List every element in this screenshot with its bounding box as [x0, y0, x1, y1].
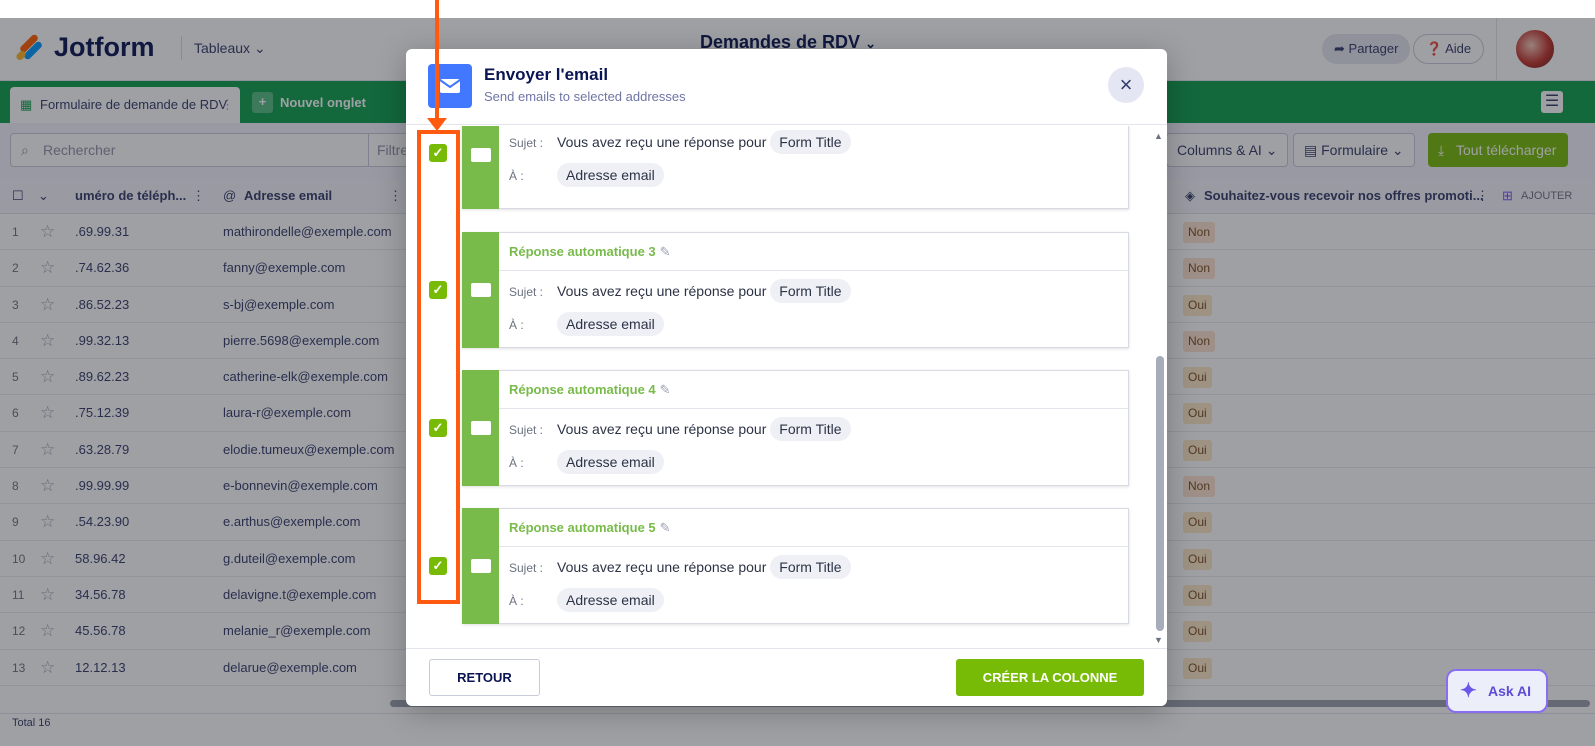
send-email-modal: Envoyer l'email Send emails to selected …	[406, 49, 1167, 706]
subject-label: Sujet :	[509, 423, 544, 437]
envelope-icon	[471, 421, 491, 435]
scroll-up-icon[interactable]: ▲	[1154, 131, 1163, 141]
ask-ai-button[interactable]: ✦ Ask AI	[1446, 669, 1548, 713]
modal-scrollbar[interactable]: ▲ ▼	[1154, 131, 1164, 645]
subject-label: Sujet :	[509, 136, 544, 150]
ask-ai-label: Ask AI	[1488, 683, 1532, 699]
card-title-label: Réponse automatique 3	[509, 244, 656, 259]
sparkle-icon: ✦	[1460, 680, 1477, 702]
to-label: À :	[509, 456, 524, 470]
email-address-tag: Adresse email	[557, 450, 664, 474]
subject-label: Sujet :	[509, 285, 544, 299]
subject-text: Vous avez reçu une réponse pour	[557, 134, 767, 150]
back-button[interactable]: RETOUR	[429, 659, 540, 696]
envelope-icon	[471, 148, 491, 162]
subject-text: Vous avez reçu une réponse pour	[557, 421, 767, 437]
email-address-tag: Adresse email	[557, 588, 664, 612]
card-subject: Sujet : Vous avez reçu une réponse pour F…	[509, 130, 851, 154]
form-title-tag: Form Title	[770, 130, 851, 154]
scrollbar-thumb[interactable]	[1156, 356, 1164, 631]
annotation-arrow-line	[435, 0, 439, 122]
card-email-strip	[462, 232, 499, 348]
email-address-tag: Adresse email	[557, 163, 664, 187]
divider	[499, 408, 1128, 409]
card-email-strip	[462, 370, 499, 486]
card-title[interactable]: Réponse automatique 4 ✎	[509, 371, 671, 408]
modal-body: ✓ Sujet : Vous avez reçu une réponse pour…	[406, 126, 1167, 648]
card-email-strip	[462, 126, 499, 209]
form-title-tag: Form Title	[770, 417, 851, 441]
pencil-icon[interactable]: ✎	[660, 382, 671, 397]
card-title-label: Réponse automatique 5	[509, 520, 656, 535]
envelope-icon	[471, 283, 491, 297]
card-subject: Sujet : Vous avez reçu une réponse pour F…	[509, 279, 851, 303]
subject-label: Sujet :	[509, 561, 544, 575]
close-icon[interactable]: ×	[1108, 67, 1144, 103]
pencil-icon[interactable]: ✎	[660, 520, 671, 535]
email-address-tag: Adresse email	[557, 312, 664, 336]
card-subject: Sujet : Vous avez reçu une réponse pour F…	[509, 417, 851, 441]
pencil-icon[interactable]: ✎	[660, 244, 671, 259]
modal-title: Envoyer l'email	[484, 65, 609, 84]
card-title[interactable]: Réponse automatique 5 ✎	[509, 509, 671, 546]
card-recipient: À : Adresse email	[509, 312, 664, 336]
card-recipient: À : Adresse email	[509, 588, 664, 612]
modal-footer: RETOUR CRÉER LA COLONNE	[406, 648, 1167, 706]
to-label: À :	[509, 169, 524, 183]
card-recipient: À : Adresse email	[509, 163, 664, 187]
annotation-highlight-box	[417, 130, 460, 604]
form-title-tag: Form Title	[770, 555, 851, 579]
subject-text: Vous avez reçu une réponse pour	[557, 283, 767, 299]
divider	[499, 270, 1128, 271]
card-recipient: À : Adresse email	[509, 450, 664, 474]
card-email-strip	[462, 508, 499, 624]
modal-header: Envoyer l'email Send emails to selected …	[406, 49, 1167, 125]
subject-text: Vous avez reçu une réponse pour	[557, 559, 767, 575]
modal-subtitle: Send emails to selected addresses	[484, 89, 686, 104]
autoresponder-card: Réponse automatique 5 ✎ Sujet : Vous avez …	[462, 508, 1129, 624]
autoresponder-card: Sujet : Vous avez reçu une réponse pour F…	[462, 126, 1129, 209]
divider	[499, 546, 1128, 547]
envelope-icon	[471, 559, 491, 573]
form-title-tag: Form Title	[770, 279, 851, 303]
scroll-down-icon[interactable]: ▼	[1154, 635, 1163, 645]
autoresponder-card: Réponse automatique 3 ✎ Sujet : Vous avez …	[462, 232, 1129, 348]
to-label: À :	[509, 594, 524, 608]
create-column-button[interactable]: CRÉER LA COLONNE	[956, 659, 1144, 696]
autoresponder-card: Réponse automatique 4 ✎ Sujet : Vous avez …	[462, 370, 1129, 486]
card-subject: Sujet : Vous avez reçu une réponse pour F…	[509, 555, 851, 579]
card-title[interactable]: Réponse automatique 3 ✎	[509, 233, 671, 270]
card-title-label: Réponse automatique 4	[509, 382, 656, 397]
to-label: À :	[509, 318, 524, 332]
